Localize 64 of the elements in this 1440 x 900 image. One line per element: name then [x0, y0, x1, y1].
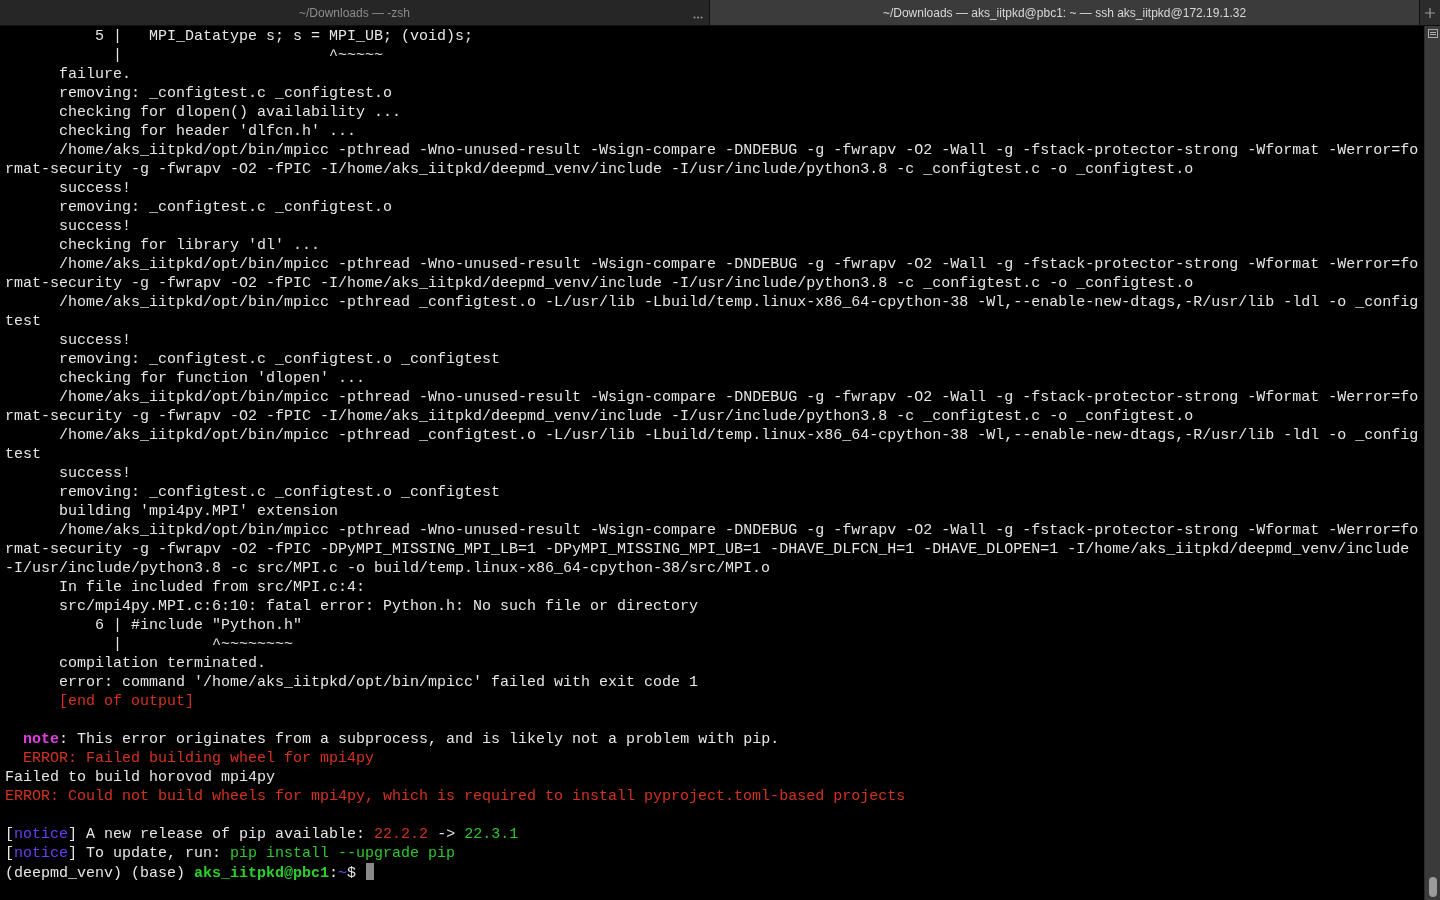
more-icon[interactable] [693, 16, 703, 19]
output-text: success! [59, 218, 132, 235]
output-text: success! [59, 180, 132, 197]
output-text: -I/usr/include/python3.8 -c src/MPI.c -o build/temp.linux-x86_64-cpython-38/src/MPI.o [5, 560, 771, 577]
output-text: checking for header 'dlfcn.h' ... [59, 123, 357, 140]
output-text: success! [59, 465, 132, 482]
output-text: /home/aks_iitpkd/opt/bin/mpicc -pthread _configtest.o -L/usr/lib -Lbuild/temp.linux-x86_64-cpython-38 -Wl,--enable-new-dtags,-R/usr/lib -ldl -o _config [59, 427, 1419, 444]
cursor [366, 863, 375, 880]
version-text: 22.3.1 [464, 826, 519, 843]
output-text: src/mpi4py.MPI.c:6:10: fatal error: Python.h: No such file or directory [59, 598, 699, 615]
output-text: checking for dlopen() availability ... [59, 104, 402, 121]
output-text: [ [5, 845, 14, 862]
output-text: failure. [59, 66, 132, 83]
output-text: (deepmd_venv) (base) [5, 865, 186, 882]
output-text: checking for function 'dlopen' ... [59, 370, 366, 387]
output-text: removing: _configtest.c _configtest.o [59, 85, 393, 102]
output-text: : This error originates from a subprocess, and is likely not a problem with pip. [59, 731, 780, 748]
output-text: In file included from src/MPI.c:4: [59, 579, 366, 596]
prompt-user: aks_iitpkd@pbc1 [194, 865, 330, 882]
output-text: removing: _configtest.c _configtest.o [59, 199, 393, 216]
output-text: : [329, 865, 339, 882]
output-text: rmat-security -g -fwrapv -O2 -fPIC -I/home/aks_iitpkd/deepmd_venv/include -I/usr/include/python3.8 -c _configtest.c -o _configtest.o [5, 408, 1194, 425]
new-tab-button[interactable] [1420, 0, 1440, 25]
output-text: ] A new release of pip available: [68, 826, 366, 843]
output-text: [ [5, 826, 14, 843]
output-text: test [5, 446, 41, 463]
terminal-tab[interactable]: ~/Downloads — aks_iitpkd@pbc1: ~ — ssh aks_iitpkd@172.19.1.32 [710, 0, 1420, 25]
error-text: 22.2.2 [374, 826, 429, 843]
split-pane-icon[interactable] [1427, 29, 1438, 38]
output-text: 5 | MPI_Datatype s; s = MPI_UB; (void)s; [95, 28, 474, 45]
output-text: 6 | #include "Python.h" [95, 617, 303, 634]
output-text: Failed to build horovod mpi4py [5, 769, 276, 786]
notice-label: notice [14, 845, 69, 862]
notice-label: notice [14, 826, 69, 843]
output-text: test [5, 313, 41, 330]
output-text: removing: _configtest.c _configtest.o _configtest [59, 351, 501, 368]
output-text: success! [59, 332, 132, 349]
output-text: /home/aks_iitpkd/opt/bin/mpicc -pthread _configtest.o -L/usr/lib -Lbuild/temp.linux-x86_64-cpython-38 -Wl,--enable-new-dtags,-R/usr/lib -ldl -o _config [59, 294, 1419, 311]
output-text: /home/aks_iitpkd/opt/bin/mpicc -pthread -Wno-unused-result -Wsign-compare -DNDEBUG -g -fwrapv -O2 -Wall -g -fstack-protector-strong -Wformat -Werror=fo [59, 389, 1419, 406]
output-text: ] To update, run: [68, 845, 222, 862]
scrollbar[interactable] [1424, 26, 1440, 900]
error-text: [end of output] [59, 693, 195, 710]
output-text: rmat-security -g -fwrapv -O2 -fPIC -I/home/aks_iitpkd/deepmd_venv/include -I/usr/include/python3.8 -c _configtest.c -o _configtest.o [5, 275, 1194, 292]
output-text: error: command '/home/aks_iitpkd/opt/bin/mpicc' failed with exit code 1 [59, 674, 699, 691]
output-text: /home/aks_iitpkd/opt/bin/mpicc -pthread -Wno-unused-result -Wsign-compare -DNDEBUG -g -fwrapv -O2 -Wall -g -fstack-protector-strong -Wformat -Werror=fo [59, 522, 1419, 539]
error-text: ERROR: Failed building wheel for mpi4py [23, 750, 375, 767]
output-text: rmat-security -g -fwrapv -O2 -fPIC -I/home/aks_iitpkd/deepmd_venv/include -I/usr/include/python3.8 -c _configtest.c -o _configtest.o [5, 161, 1194, 178]
output-text: rmat-security -g -fwrapv -O2 -fPIC -DPyMPI_MISSING_MPI_LB=1 -DPyMPI_MISSING_MPI_UB=1 -DHAVE_DLFCN_H=1 -DHAVE_DLOPEN=1 -I/home/aks_iitpkd/deepmd_venv/include [5, 541, 1410, 558]
error-text: ERROR: Could not build wheels for mpi4py, which is required to install pyproject.toml-based projects [5, 788, 906, 805]
output-text: /home/aks_iitpkd/opt/bin/mpicc -pthread -Wno-unused-result -Wsign-compare -DNDEBUG -g -fwrapv -O2 -Wall -g -fstack-protector-strong -Wformat -Werror=fo [59, 256, 1419, 273]
note-label: note [23, 731, 60, 748]
output-text: removing: _configtest.c _configtest.o _configtest [59, 484, 501, 501]
output-text: $ [347, 865, 357, 882]
version-text: pip install --upgrade pip [230, 845, 456, 862]
prompt-path: ~ [338, 865, 348, 882]
plus-icon [1425, 7, 1435, 18]
output-text: -> [436, 826, 456, 843]
output-text: | ^~~~~~~~~ [113, 636, 294, 653]
output-text: building 'mpi4py.MPI' extension [59, 503, 339, 520]
output-text: compilation terminated. [59, 655, 267, 672]
output-text: | ^~~~~~ [113, 47, 384, 64]
output-text: checking for library 'dl' ... [59, 237, 321, 254]
scroll-thumb[interactable] [1428, 877, 1437, 897]
output-text: /home/aks_iitpkd/opt/bin/mpicc -pthread -Wno-unused-result -Wsign-compare -DNDEBUG -g -fwrapv -O2 -Wall -g -fstack-protector-strong -Wformat -Werror=fo [59, 142, 1419, 159]
